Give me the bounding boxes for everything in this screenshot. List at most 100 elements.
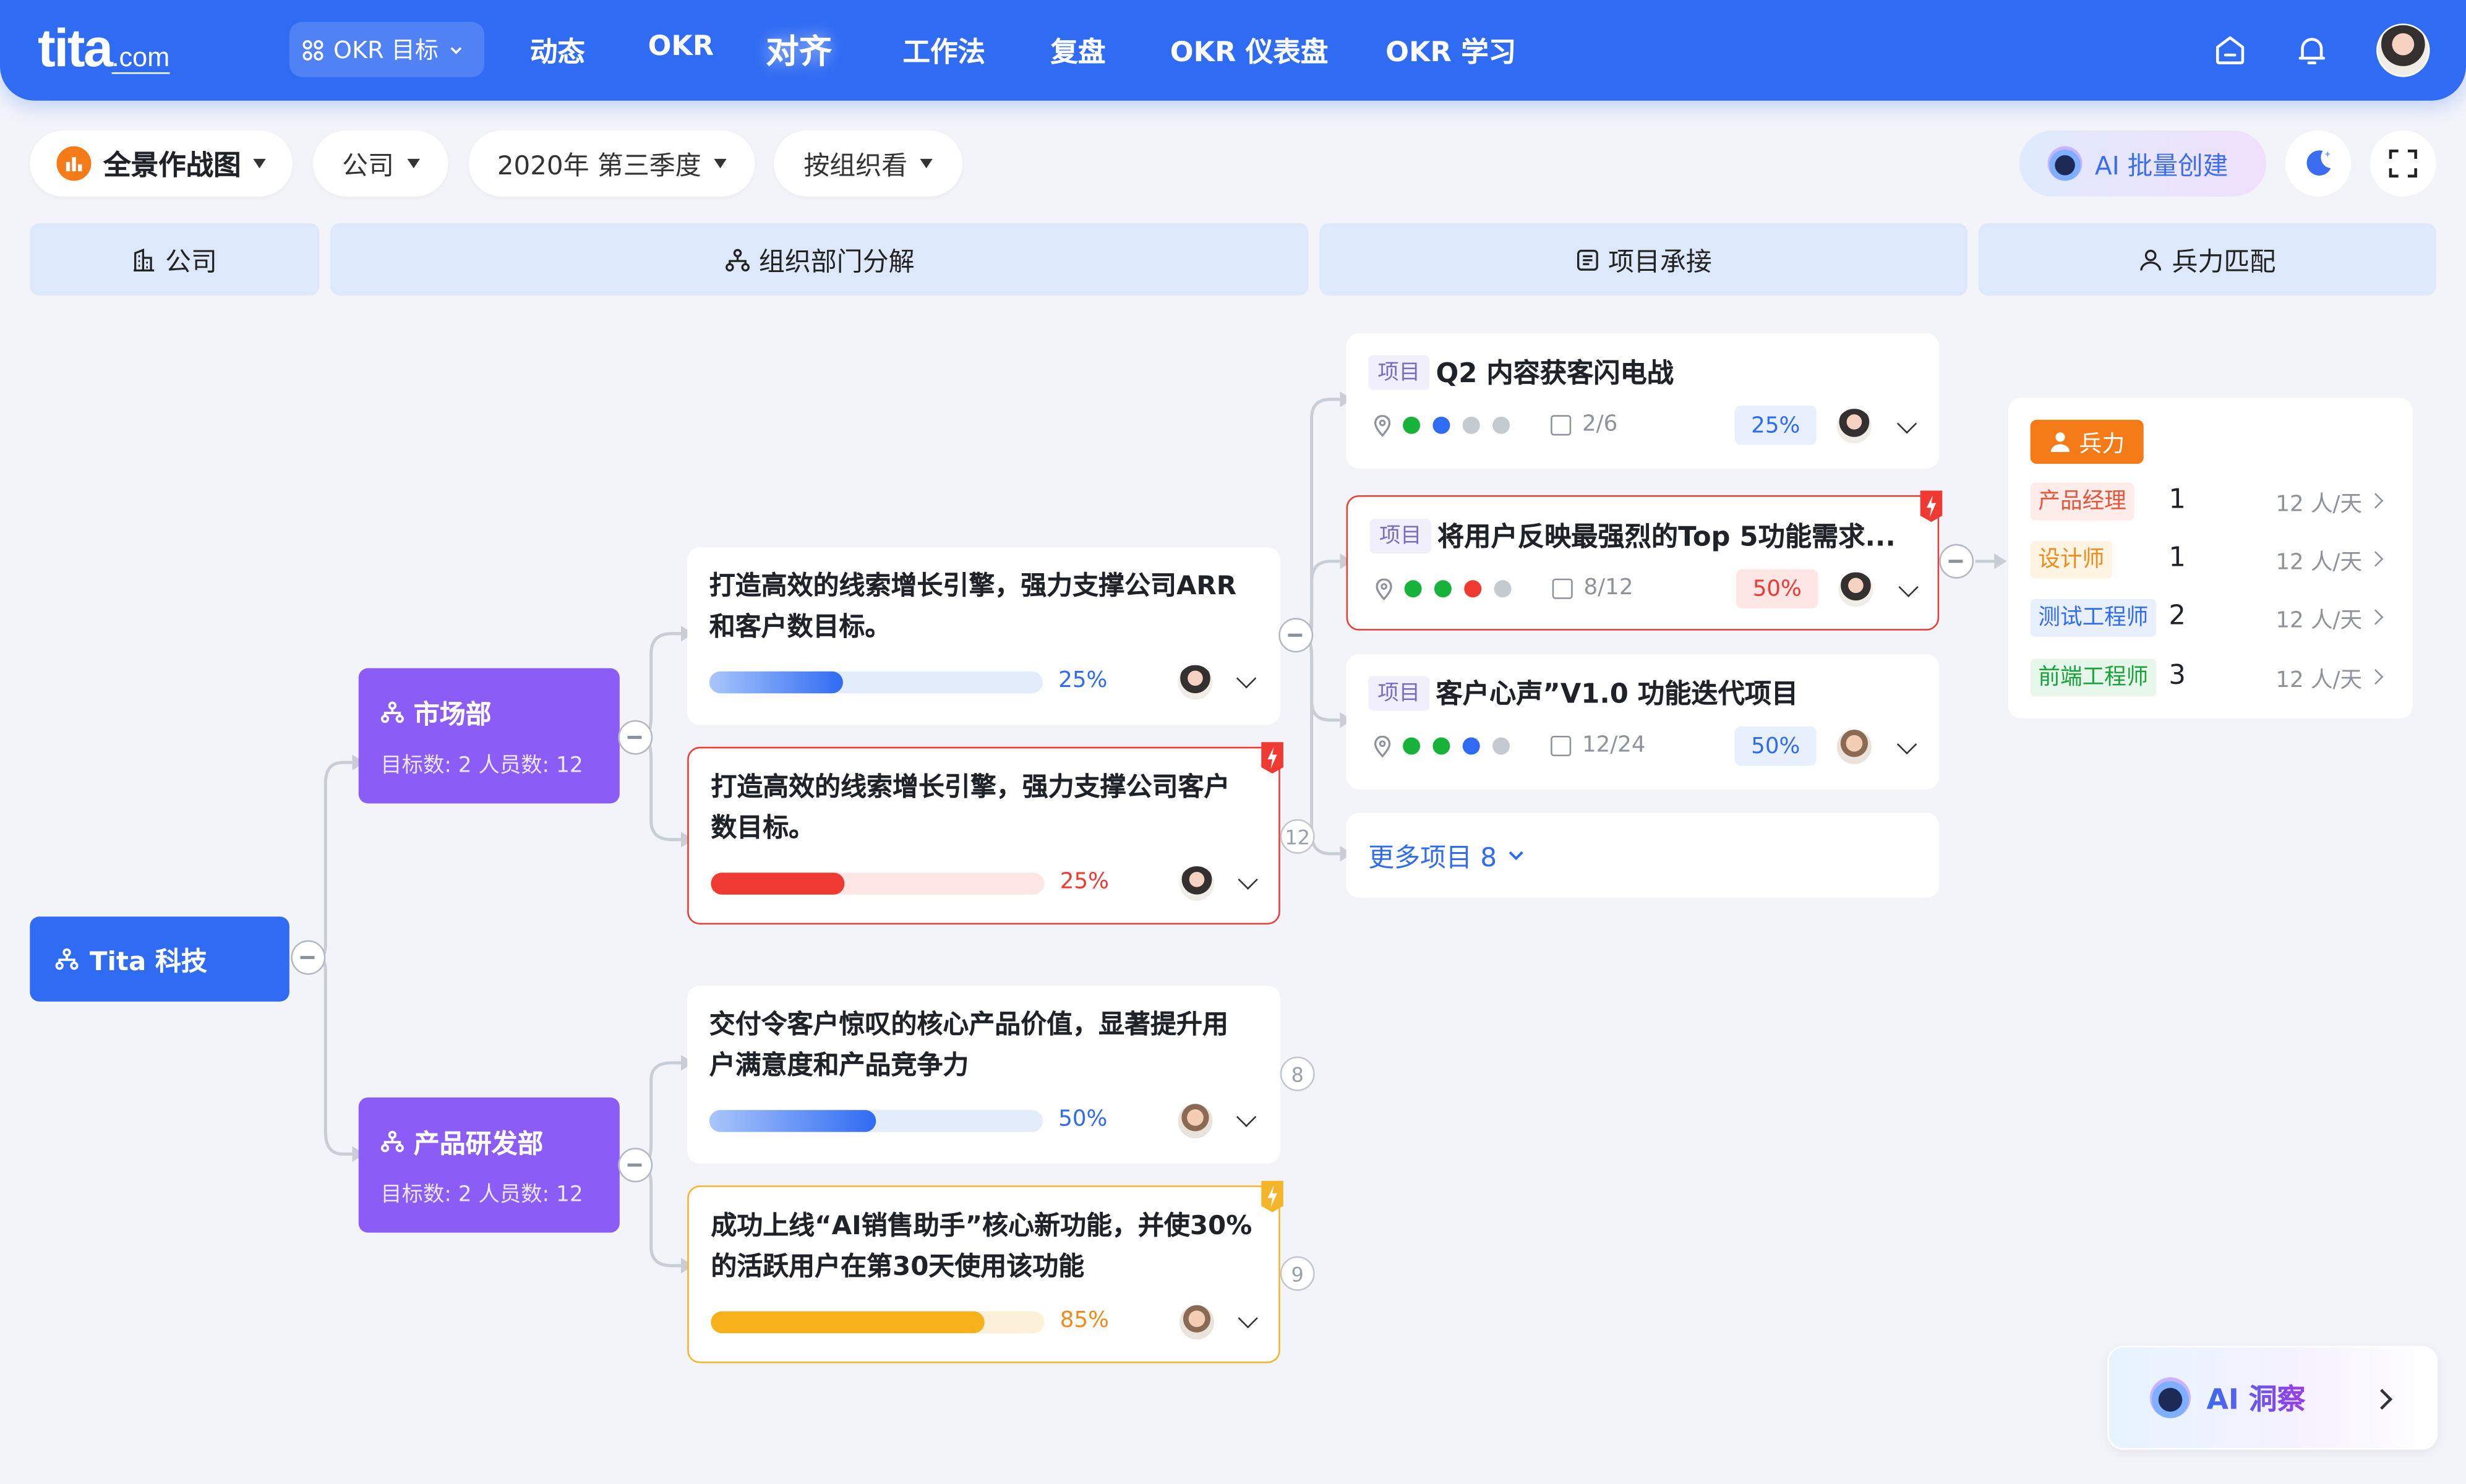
risk-flag-icon xyxy=(1920,490,1943,522)
milestone-dot xyxy=(1494,580,1512,598)
project-tag: 项目 xyxy=(1368,355,1430,390)
child-count-badge[interactable]: 9 xyxy=(1280,1256,1315,1291)
location-pin-icon xyxy=(1374,415,1391,437)
risk-flag-icon xyxy=(1261,742,1283,774)
child-count-badge[interactable]: 12 xyxy=(1280,819,1315,854)
task-count: 12/24 xyxy=(1582,732,1646,758)
role-count: 3 xyxy=(2168,660,2186,692)
collapse-toggle[interactable] xyxy=(1278,618,1314,653)
project-card[interactable]: 项目 Q2 内容获客闪电战 2/6 25% xyxy=(1346,333,1940,469)
milestone-dot xyxy=(1403,416,1421,434)
progress-bar xyxy=(711,1311,1045,1334)
owner-avatar[interactable] xyxy=(1176,1102,1214,1140)
progress-bar xyxy=(709,1110,1043,1132)
owner-avatar[interactable] xyxy=(1176,663,1214,702)
task-checkbox-icon xyxy=(1552,578,1573,599)
force-title: 兵力 xyxy=(2079,431,2125,457)
project-title: 将用户反映最强烈的Top 5功能需求... xyxy=(1437,522,1896,554)
project-tag: 项目 xyxy=(1368,676,1430,711)
chevron-down-icon[interactable] xyxy=(1238,1308,1258,1329)
progress-bar xyxy=(711,872,1045,895)
role-rate: 12 人/天 xyxy=(2275,492,2363,518)
more-projects-button[interactable]: 更多项目 8 xyxy=(1346,812,1940,898)
chevron-down-icon[interactable] xyxy=(1896,414,1917,434)
more-projects-label: 更多项目 8 xyxy=(1368,842,1497,873)
role-rate: 12 人/天 xyxy=(2275,668,2363,694)
progress-percent: 85% xyxy=(1060,1308,1109,1334)
project-progress: 25% xyxy=(1734,406,1817,445)
milestone-dot xyxy=(1492,416,1510,434)
department-name: 市场部 xyxy=(413,699,492,730)
department-name: 产品研发部 xyxy=(413,1128,544,1159)
milestone-dot xyxy=(1492,737,1510,755)
collapse-toggle[interactable] xyxy=(618,720,653,755)
owner-avatar[interactable] xyxy=(1178,864,1216,903)
task-checkbox-icon xyxy=(1551,735,1572,757)
objective-card-warning[interactable]: 成功上线“AI销售助手”核心新功能，并使30%的活跃用户在第30天使用该功能 8… xyxy=(687,1180,1283,1363)
chevron-right-icon[interactable] xyxy=(2368,551,2384,567)
milestone-dot xyxy=(1434,580,1452,598)
project-card[interactable]: 项目 客户心声”V1.0 功能迭代项目 12/24 50% xyxy=(1346,654,1940,790)
progress-bar xyxy=(709,671,1043,694)
collapse-toggle[interactable] xyxy=(1939,544,1974,579)
company-node[interactable]: Tita 科技 xyxy=(30,916,289,1002)
role-count: 1 xyxy=(2168,542,2186,574)
department-node-marketing[interactable]: 市场部 目标数: 2 人员数: 12 xyxy=(358,668,620,804)
department-title: 市场部 xyxy=(380,693,492,731)
milestone-dot xyxy=(1462,416,1480,434)
task-count: 2/6 xyxy=(1582,412,1618,437)
project-title: Q2 内容获客闪电战 xyxy=(1436,358,1674,390)
objective-card[interactable]: 交付令客户惊叹的核心产品价值，显著提升用户满意度和产品竞争力 50% xyxy=(687,986,1280,1164)
objective-title: 打造高效的线索增长引擎，强力支撑公司ARR和客户数目标。 xyxy=(709,571,1237,642)
progress-percent: 25% xyxy=(1058,668,1108,694)
project-card-risk[interactable]: 项目 将用户反映最强烈的Top 5功能需求... 8/12 50% xyxy=(1346,490,1943,631)
role-tag: 测试工程师 xyxy=(2030,599,2157,637)
milestone-dot xyxy=(1432,737,1450,755)
collapse-toggle[interactable] xyxy=(618,1148,653,1183)
objective-card-risk[interactable]: 打造高效的线索增长引擎，强力支撑公司客户数目标。 25% xyxy=(687,742,1283,925)
chevron-right-icon[interactable] xyxy=(2368,669,2384,685)
progress-fill xyxy=(711,872,844,895)
company-name: Tita 科技 xyxy=(89,946,207,977)
org-chart-icon xyxy=(380,1130,404,1153)
role-count: 1 xyxy=(2168,484,2186,516)
owner-avatar[interactable] xyxy=(1835,407,1873,445)
owner-avatar[interactable] xyxy=(1836,571,1875,609)
progress-percent: 25% xyxy=(1060,869,1109,895)
milestone-dot xyxy=(1462,737,1480,755)
chevron-down-icon[interactable] xyxy=(1238,869,1258,890)
chevron-down-icon[interactable] xyxy=(1236,1107,1257,1127)
objective-title: 成功上线“AI销售助手”核心新功能，并使30%的活跃用户在第30天使用该功能 xyxy=(711,1210,1252,1282)
milestone-dot xyxy=(1464,580,1482,598)
owner-avatar[interactable] xyxy=(1178,1303,1216,1341)
objective-card[interactable]: 打造高效的线索增长引擎，强力支撑公司ARR和客户数目标。 25% xyxy=(687,547,1280,725)
milestone-dot xyxy=(1432,416,1450,434)
department-node-rnd[interactable]: 产品研发部 目标数: 2 人员数: 12 xyxy=(358,1097,620,1233)
project-tag: 项目 xyxy=(1369,519,1431,554)
location-pin-icon xyxy=(1374,735,1391,758)
objective-title: 打造高效的线索增长引擎，强力支撑公司客户数目标。 xyxy=(711,772,1230,843)
milestone-dot xyxy=(1404,580,1422,598)
chevron-right-icon[interactable] xyxy=(2368,609,2384,625)
project-progress: 50% xyxy=(1736,569,1818,609)
ai-insight-button[interactable]: AI 洞察 xyxy=(2107,1345,2438,1450)
owner-avatar[interactable] xyxy=(1835,728,1873,766)
force-matching-panel: 兵力 产品经理 1 12 人/天 设计师 1 12 人/天 测试工程师 2 12… xyxy=(2008,398,2413,719)
chevron-down-icon[interactable] xyxy=(1896,734,1917,755)
progress-fill xyxy=(711,1311,985,1334)
okr-battle-map-page: tita.com OKR 目标 动态 OKR 对齐 工作法 复盘 OKR 仪表盘… xyxy=(0,0,2466,1484)
org-chart-icon xyxy=(55,948,79,970)
chevron-down-icon[interactable] xyxy=(1236,668,1257,689)
project-title: 客户心声”V1.0 功能迭代项目 xyxy=(1436,679,1799,711)
warning-flag-icon xyxy=(1261,1180,1283,1213)
chevron-down-icon[interactable] xyxy=(1898,577,1919,597)
child-count-badge[interactable]: 8 xyxy=(1280,1056,1315,1091)
collapse-toggle[interactable] xyxy=(291,940,326,975)
chevron-down-icon xyxy=(1508,851,1523,861)
force-header: 兵力 xyxy=(2030,419,2144,464)
role-tag: 前端工程师 xyxy=(2030,659,2157,697)
ai-robot-icon xyxy=(2149,1377,2191,1418)
project-progress: 50% xyxy=(1734,726,1817,766)
chevron-right-icon[interactable] xyxy=(2368,493,2384,509)
org-chart-icon xyxy=(380,701,404,723)
